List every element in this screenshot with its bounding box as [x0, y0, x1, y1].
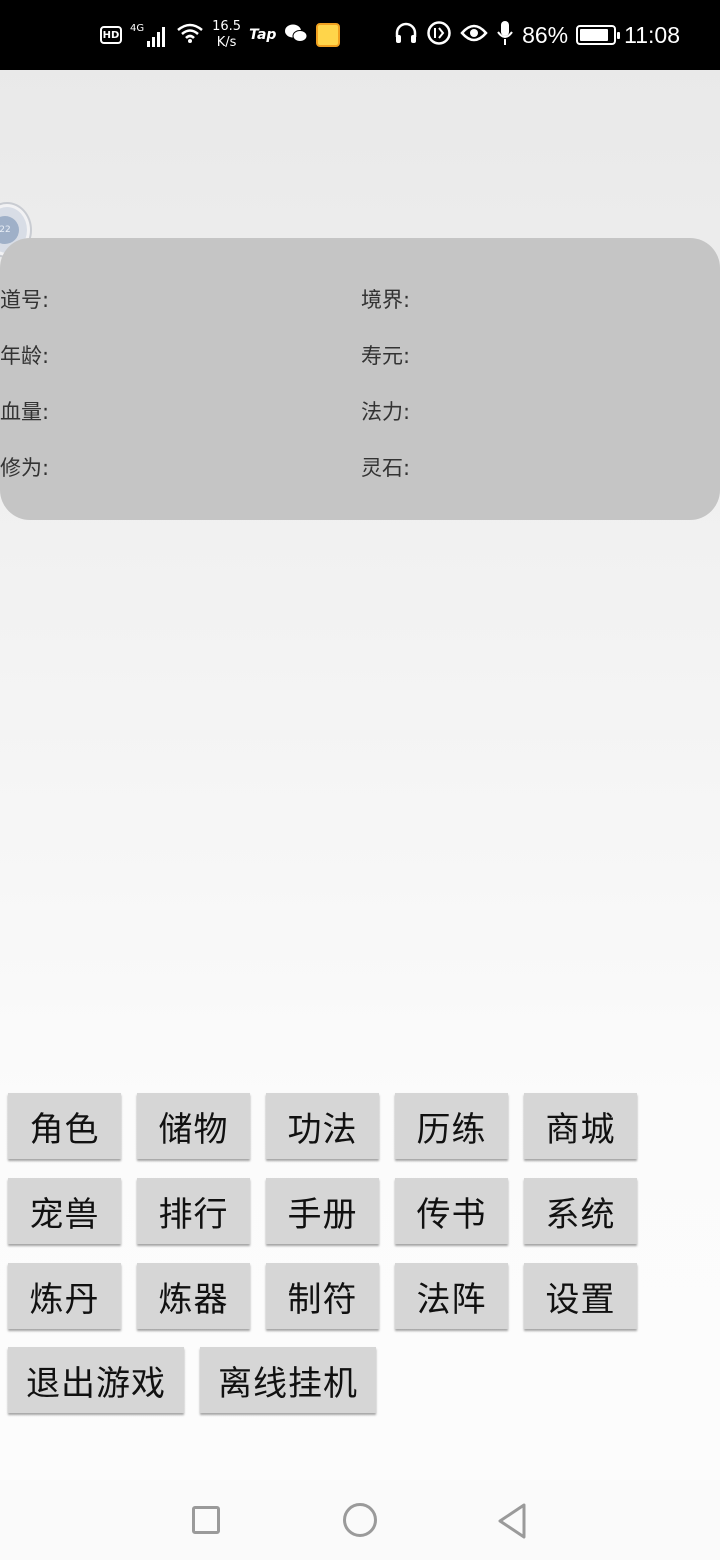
nian-ling-label: 年龄:	[0, 344, 50, 368]
pets-button[interactable]: 宠兽	[8, 1178, 121, 1244]
net-speed-unit: K/s	[216, 35, 237, 50]
formation-button[interactable]: 法阵	[395, 1263, 508, 1329]
wifi-icon	[176, 22, 204, 48]
xiu-wei-label: 修为:	[0, 456, 50, 480]
data-saver-icon	[426, 20, 452, 50]
character-info-card: 道号: 境界: 年龄: 寿元: 血量: 法力: 修为: 灵石:	[0, 238, 720, 520]
clock: 11:08	[624, 21, 680, 48]
network-type: 4G	[130, 23, 145, 34]
shop-button[interactable]: 商城	[524, 1093, 637, 1159]
eye-icon	[460, 23, 488, 47]
status-bar-left: HD 4G 16.5 K/s Tap	[100, 0, 341, 70]
messages-button[interactable]: 传书	[395, 1178, 508, 1244]
recent-apps-icon[interactable]	[192, 1506, 220, 1534]
avatar-level: 22	[0, 216, 19, 244]
home-icon[interactable]	[343, 1503, 377, 1537]
talisman-button[interactable]: 制符	[266, 1263, 379, 1329]
navigation-bar	[0, 1480, 720, 1560]
training-button[interactable]: 历练	[395, 1093, 508, 1159]
shou-yuan-label: 寿元:	[361, 344, 411, 368]
ranking-button[interactable]: 排行	[137, 1178, 250, 1244]
net-speed: 16.5 K/s	[212, 19, 241, 51]
battery-percent: 86%	[522, 21, 569, 48]
dao-hao-label: 道号:	[0, 288, 50, 312]
mic-icon	[496, 20, 514, 50]
net-speed-value: 16.5	[212, 19, 242, 34]
exit-game-button[interactable]: 退出游戏	[8, 1347, 184, 1413]
system-button[interactable]: 系统	[524, 1178, 637, 1244]
jing-jie-label: 境界:	[361, 288, 411, 312]
headphones-icon	[394, 21, 418, 49]
xue-liang-label: 血量:	[0, 400, 50, 424]
alchemy-button[interactable]: 炼丹	[8, 1263, 121, 1329]
back-icon[interactable]	[496, 1502, 528, 1540]
wechat-icon	[284, 22, 308, 48]
ling-shi-label: 灵石:	[361, 456, 411, 480]
storage-button[interactable]: 储物	[137, 1093, 250, 1159]
fa-li-label: 法力:	[361, 400, 411, 424]
settings-button[interactable]: 设置	[524, 1263, 637, 1329]
battery-icon	[576, 25, 621, 45]
manual-button[interactable]: 手册	[266, 1178, 379, 1244]
character-button[interactable]: 角色	[8, 1093, 121, 1159]
hd-icon: HD	[100, 26, 122, 44]
skills-button[interactable]: 功法	[266, 1093, 379, 1159]
signal-icon: 4G	[130, 23, 168, 47]
status-bar: HD 4G 16.5 K/s Tap 86% 11:08	[0, 0, 720, 70]
app-icon	[316, 23, 341, 47]
forging-button[interactable]: 炼器	[137, 1263, 250, 1329]
tap-icon: Tap	[249, 27, 277, 43]
offline-idle-button[interactable]: 离线挂机	[200, 1347, 376, 1413]
status-bar-right: 86% 11:08	[394, 0, 680, 70]
